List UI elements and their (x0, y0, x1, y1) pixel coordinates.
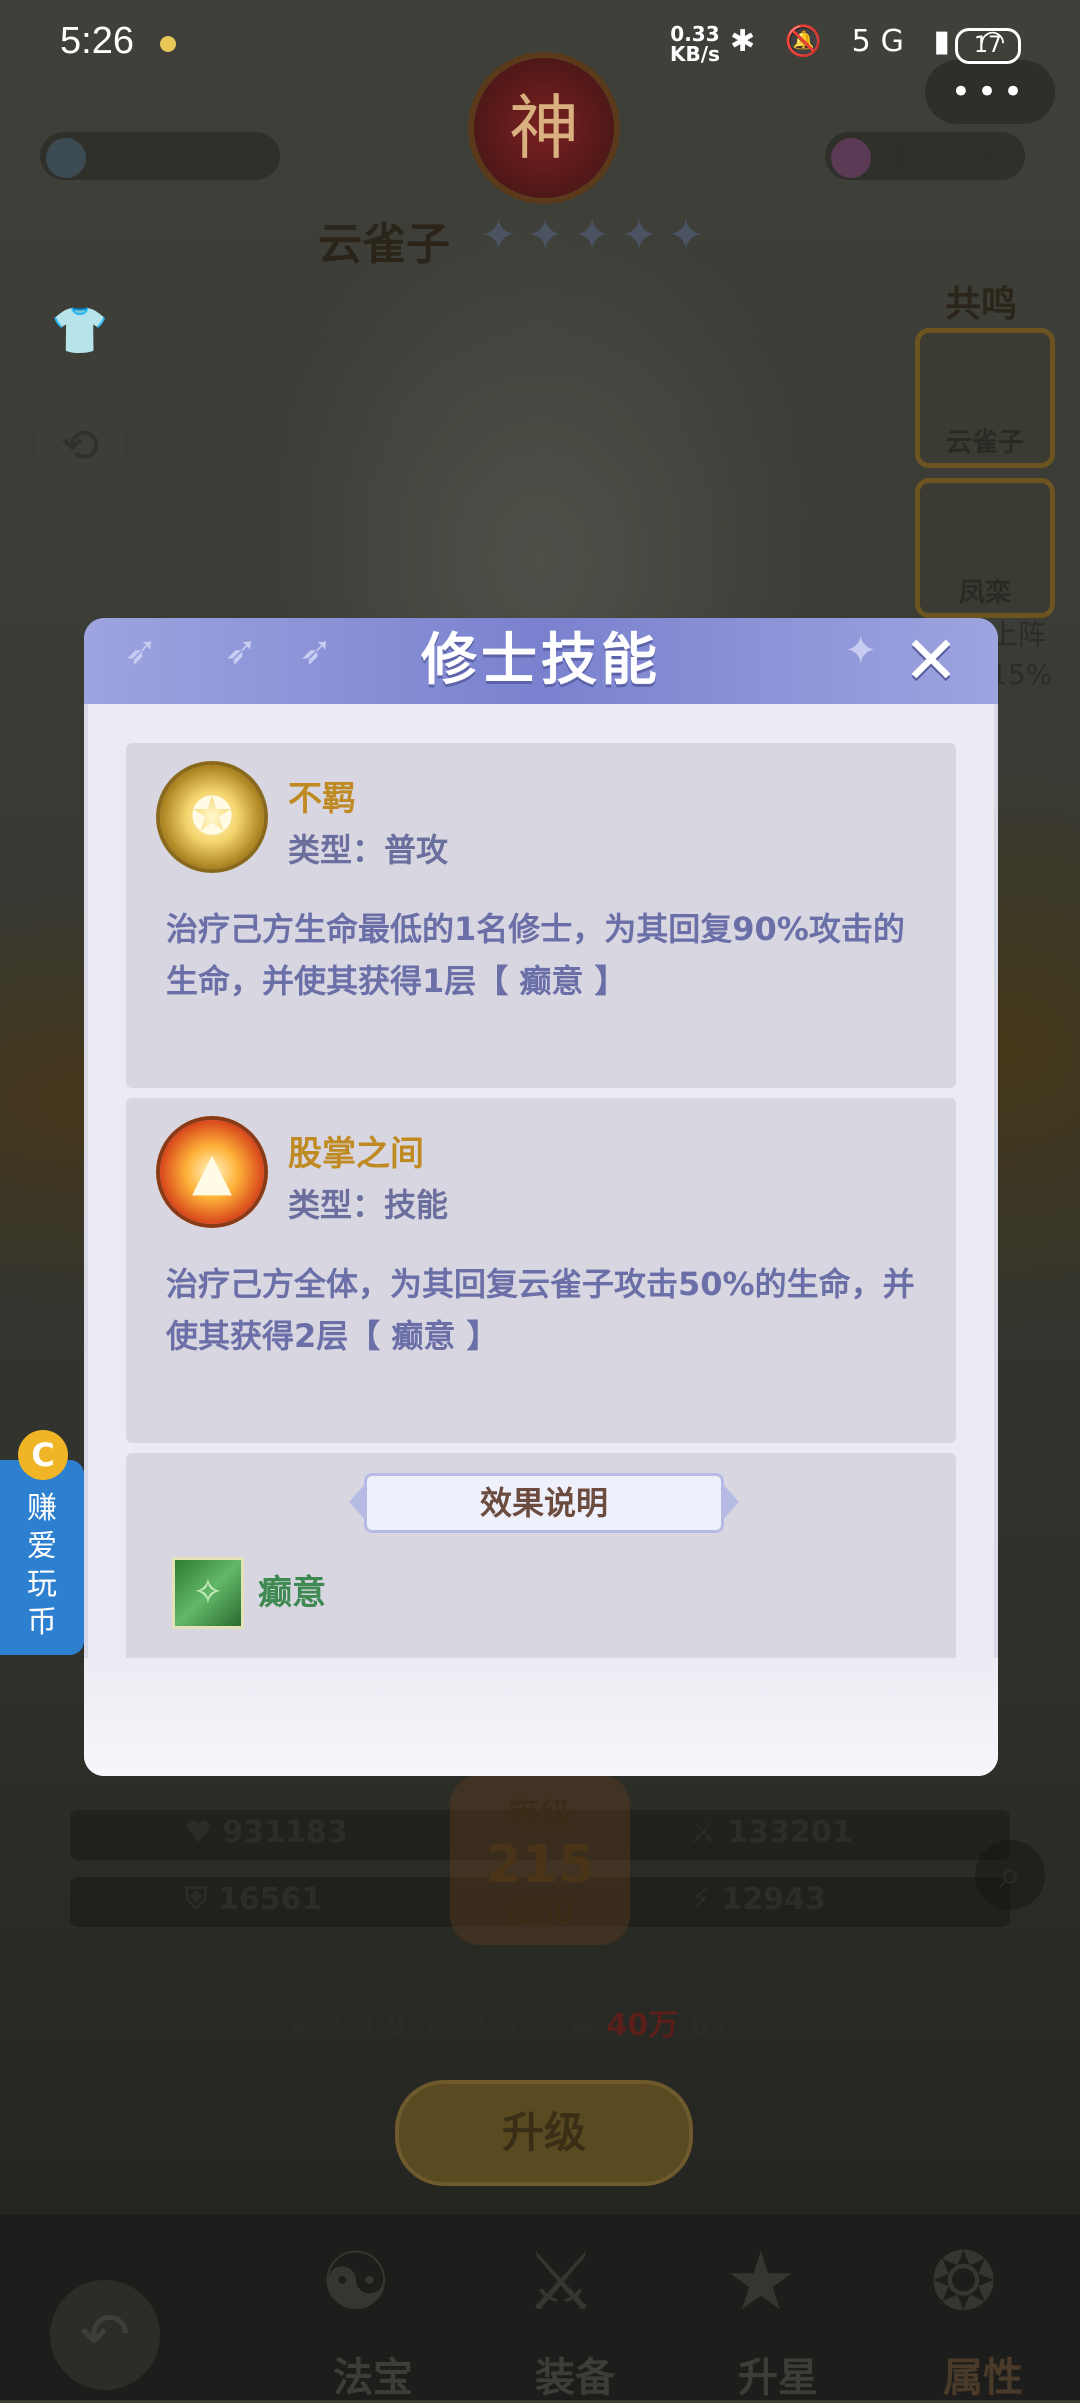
green-rune-icon[interactable]: ✧ (172, 1557, 244, 1629)
effect-name[interactable]: 癫意 (258, 1565, 326, 1614)
nav-star-up[interactable]: 升星 (738, 2345, 818, 2403)
role-tag-support: 辅助职业 (825, 132, 1025, 180)
attack-value: 133201 (727, 1815, 853, 1850)
hp-stat: ♥ 931183 (185, 1815, 348, 1850)
level-block: 等级 215 /350 (450, 1775, 630, 1945)
resource-exp-current: 40万 (606, 2008, 679, 2043)
battery-icon: 17 (955, 28, 1021, 64)
network-speed-value: 0.33 (670, 22, 720, 46)
network-speed: 0.33 KB/s (670, 24, 720, 64)
skill-glyph: ✪ (190, 787, 234, 847)
resource-spirit: ◆ 4409万/81万 (290, 2008, 520, 2043)
resource-exp: ● 40万/67万 (570, 2008, 762, 2043)
skill-description: 治疗己方全体，为其回复云雀子攻击50%的生命，并使其获得2层【 癫意 】 (166, 1265, 915, 1355)
support-icon (831, 138, 871, 178)
close-icon[interactable]: ✕ (898, 628, 964, 694)
star-up-icon: ★ (725, 2235, 797, 2328)
status-bar: 5:26 0.33 KB/s ✱ 🔕 5G ▮ ◠ 17 (0, 0, 1080, 90)
nav-equipment[interactable]: 装备 (535, 2345, 615, 2403)
resource-exp-max: /67万 (678, 2008, 762, 2043)
resonance-bonus-text: 上阵 15% (990, 618, 1053, 691)
defense-stat: ⛨ 16561 (185, 1882, 323, 1917)
nav-treasure[interactable]: 法宝 (333, 2345, 413, 2403)
effect-section-title: 效果说明 (349, 1473, 739, 1533)
skill-name: 不羁 (288, 779, 356, 819)
attribute-icon: ❂ (930, 2235, 998, 2328)
fire-triangle-icon[interactable]: ▲ (160, 1120, 264, 1224)
earn-coins-tab[interactable]: 赚爱玩币 (0, 1460, 84, 1655)
modal-title: 修士技能 (421, 628, 661, 693)
treasure-icon: ☯ (320, 2235, 392, 2328)
gold-seal-icon[interactable]: ✪ (160, 765, 264, 869)
coin-icon: C (18, 1430, 68, 1480)
network-speed-unit: KB/s (670, 42, 720, 66)
hero-name: 云雀子 (318, 219, 450, 270)
resonance-card-name: 云雀子 (945, 428, 1024, 458)
search-icon[interactable]: ⌕ (975, 1840, 1045, 1910)
resonance-card-name: 凤栾 (958, 578, 1011, 608)
speed-stat: ⚡ 12943 (690, 1882, 826, 1917)
status-time: 5:26 (60, 20, 134, 62)
bottom-nav: ↶ ☯ ⚔ ★ ❂ 法宝 装备 升星 属性 (0, 2215, 1080, 2403)
level-max: /350 (506, 1895, 574, 1930)
level-label: 等级 (507, 1795, 572, 1833)
cloud-deco (84, 1658, 998, 1776)
hp-value: 931183 (222, 1815, 348, 1850)
equipment-icon: ⚔ (525, 2235, 597, 2328)
skill-type: 类型：技能 (288, 1186, 449, 1224)
resonance-title: 共鸣 (945, 284, 1018, 325)
nav-attributes[interactable]: 属性 (943, 2345, 1023, 2403)
role-tag-heal-label: 治疗回怒 (96, 137, 225, 175)
skill-description: 治疗己方生命最低的1名修士，为其回复90%攻击的生命，并使其获得1层【 癫意 】 (166, 910, 905, 1000)
speed-value: 12943 (721, 1882, 826, 1917)
swap-icon[interactable]: ⟲ (35, 400, 125, 490)
notification-icon (160, 36, 176, 52)
level-value: 215 (485, 1835, 595, 1895)
upgrade-button[interactable]: 升级 (395, 2080, 693, 2186)
resonance-card[interactable]: 云雀子 (915, 328, 1055, 468)
skill-type: 类型：普攻 (288, 831, 449, 869)
defense-value: 16561 (217, 1882, 323, 1917)
resonance-card[interactable]: 凤栾 (915, 478, 1055, 618)
skill-card: ▲ 股掌之间 类型：技能 治疗己方全体，为其回复云雀子攻击50%的生命，并使其获… (126, 1098, 956, 1443)
effect-section: 效果说明 ✧ 癫意 (126, 1453, 956, 1663)
role-tag-support-label: 辅助职业 (881, 137, 1010, 175)
shirt-icon[interactable]: 👕 (35, 285, 125, 375)
heal-icon (46, 138, 86, 178)
skill-name: 股掌之间 (288, 1134, 424, 1174)
attack-stat: ⚔ 133201 (690, 1815, 853, 1850)
skill-glyph: ▲ (192, 1142, 232, 1202)
star-rating: ✦✦✦✦✦ (480, 210, 715, 261)
skill-modal: ➶ ➶ ➶ ✦ 修士技能 ✕ ✪ 不羁 类型：普攻 治疗己方生命最低的1名修士，… (84, 618, 998, 1776)
resource-spirit-value: 4409万/81万 (323, 2008, 520, 2043)
role-tag-heal: 治疗回怒 (40, 132, 280, 180)
effect-glyph: ✧ (192, 1572, 224, 1613)
earn-coins-label: 赚爱玩币 (27, 1491, 57, 1640)
back-icon[interactable]: ↶ (50, 2280, 160, 2390)
skill-card: ✪ 不羁 类型：普攻 治疗己方生命最低的1名修士，为其回复90%攻击的生命，并使… (126, 743, 956, 1088)
